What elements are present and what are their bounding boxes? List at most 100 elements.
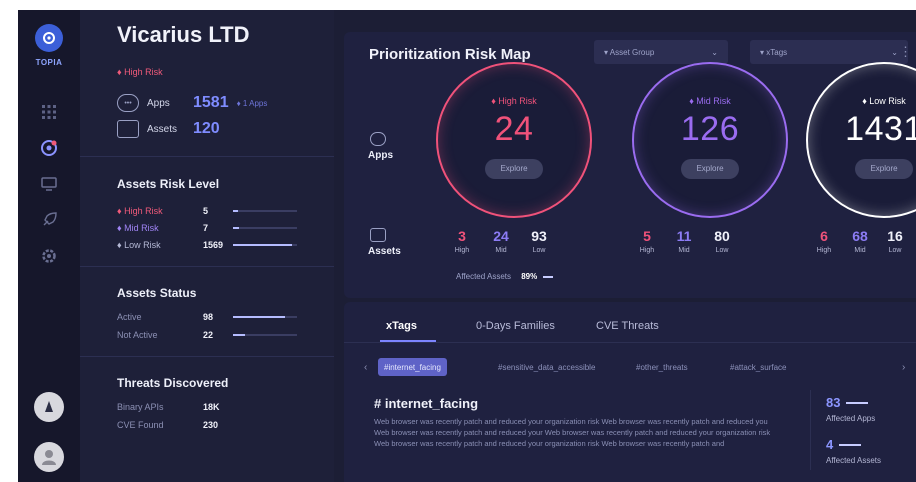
- affected-apps-stat: 83 Affected Apps: [826, 394, 875, 423]
- apps-icon: •••: [117, 94, 139, 112]
- chevron-right-icon[interactable]: ›: [902, 362, 905, 373]
- nav-rail: TOPIA: [18, 10, 80, 482]
- threat-value: 18K: [203, 402, 220, 412]
- status-bar-fill: [233, 316, 286, 318]
- threat-row: Binary APIs 18K: [117, 400, 233, 414]
- tab-xtags[interactable]: xTags: [386, 320, 417, 332]
- asset-group-dropdown[interactable]: ▾ Asset Group ⌄: [594, 40, 728, 64]
- chip-sensitive-data[interactable]: #sensitive_data_accessible: [492, 358, 601, 376]
- risk-level-value: 7: [203, 223, 209, 233]
- asset-count: 68 Mid: [845, 228, 875, 254]
- affected-assets-stat: 4 Affected Assets: [826, 436, 881, 465]
- status-label: Not Active: [117, 330, 158, 340]
- divider: [810, 390, 811, 470]
- account-risk-tag: ♦ High Risk: [117, 67, 163, 77]
- ring-label: ♦ Low Risk: [862, 95, 906, 106]
- risk-level-label: ♦ Low Risk: [117, 240, 161, 250]
- risk-level-bar-fill: [233, 210, 239, 212]
- risk-level-row[interactable]: ♦ Mid Risk 7: [117, 221, 297, 235]
- tab-cve-threats[interactable]: CVE Threats: [596, 320, 659, 332]
- ring-value: 24: [494, 109, 534, 148]
- assets-summary[interactable]: Assets 120: [117, 118, 220, 140]
- asset-count-label: Low: [532, 247, 546, 254]
- more-icon[interactable]: ⋮: [899, 44, 912, 60]
- affected-assets-value: 89%: [521, 272, 538, 281]
- risk-level-label: ♦ Mid Risk: [117, 223, 159, 233]
- chip-attack-surface[interactable]: #attack_surface: [724, 358, 792, 376]
- notification-avatar[interactable]: [34, 392, 64, 422]
- risk-map-panel: Prioritization Risk Map ▾ Asset Group ⌄ …: [344, 32, 916, 298]
- risk-level-bar-fill: [233, 244, 292, 246]
- account-panel: Vicarius LTD ♦ High Risk ••• Apps 1581 ♦…: [80, 10, 334, 482]
- settings-icon[interactable]: [39, 246, 59, 266]
- asset-count: 16 Low: [880, 228, 910, 254]
- xtags-dropdown[interactable]: ▾ xTags ⌄: [750, 40, 908, 64]
- assets-icon: [117, 120, 139, 138]
- asset-count-label: Mid: [495, 247, 507, 254]
- threat-label: CVE Found: [117, 420, 164, 430]
- rocket-icon[interactable]: [39, 210, 59, 230]
- asset-count-label: Low: [888, 247, 902, 254]
- affected-apps-count: 83: [826, 395, 841, 410]
- high-risk-ring[interactable]: ♦ High Risk 24 Explore: [436, 62, 592, 218]
- chevron-down-icon: ⌄: [891, 47, 898, 57]
- chip-internet-facing[interactable]: #internet_facing: [378, 358, 447, 376]
- asset-count: 5 High: [632, 228, 662, 254]
- account-title: Vicarius LTD: [117, 22, 250, 47]
- asset-count-label: Mid: [854, 247, 866, 254]
- asset-count-value: 93: [531, 228, 547, 244]
- chip-other-threats[interactable]: #other_threats: [630, 358, 694, 376]
- monitor-icon[interactable]: [39, 174, 59, 194]
- grid-icon[interactable]: [39, 102, 59, 122]
- ring-value: 126: [680, 109, 740, 148]
- explore-button[interactable]: Explore: [485, 158, 543, 179]
- explore-button[interactable]: Explore: [681, 158, 739, 179]
- threats-title: Threats Discovered: [117, 376, 229, 390]
- ring-label: ♦ Mid Risk: [689, 95, 731, 106]
- chevron-down-icon: ⌄: [711, 47, 718, 57]
- asset-count: 24 Mid: [486, 228, 516, 254]
- asset-count: 6 High: [809, 228, 839, 254]
- asset-count-label: High: [454, 247, 470, 254]
- risk-level-bar-fill: [233, 227, 240, 229]
- logo-text: TOPIA: [35, 58, 63, 67]
- risk-level-bar: [233, 210, 297, 212]
- status-row[interactable]: Active 98: [117, 310, 297, 324]
- affected-assets-count: 4: [826, 437, 834, 452]
- risk-level-row[interactable]: ♦ High Risk 5: [117, 204, 297, 218]
- risk-level-bar: [233, 244, 297, 246]
- mid-risk-ring[interactable]: ♦ Mid Risk 126 Explore: [632, 62, 788, 218]
- affected-apps-label: Affected Apps: [826, 414, 876, 423]
- asset-count-value: 3: [458, 228, 466, 244]
- risk-level-title: Assets Risk Level: [117, 177, 220, 191]
- asset-count: 3 High: [447, 228, 477, 254]
- target-icon[interactable]: [39, 138, 59, 158]
- asset-count-value: 24: [493, 228, 509, 244]
- user-avatar[interactable]: [34, 442, 64, 472]
- chevron-left-icon[interactable]: ‹: [364, 362, 367, 373]
- asset-group-value: ▾ Asset Group: [604, 47, 655, 57]
- status-value: 22: [203, 330, 214, 340]
- asset-count: 11 Mid: [669, 228, 699, 254]
- xtags-value: ▾ xTags: [760, 47, 788, 57]
- asset-count-value: 6: [820, 228, 828, 244]
- explore-button[interactable]: Explore: [855, 158, 913, 179]
- asset-count-value: 80: [714, 228, 730, 244]
- risk-map-title: Prioritization Risk Map: [369, 46, 531, 63]
- asset-count-value: 16: [887, 228, 903, 244]
- asset-count: 93 Low: [524, 228, 554, 254]
- apps-row-label: Apps: [368, 150, 393, 161]
- affected-assets-bar: [839, 443, 862, 446]
- risk-level-row[interactable]: ♦ Low Risk 1569: [117, 238, 297, 252]
- threat-label: Binary APIs: [117, 402, 164, 412]
- asset-count-label: Mid: [678, 247, 690, 254]
- apps-summary[interactable]: ••• Apps 1581 ♦ 1 Apps: [117, 92, 267, 114]
- low-risk-ring[interactable]: ♦ Low Risk 1431 Explore: [806, 62, 916, 218]
- affected-assets-tag-label: Affected Assets: [826, 456, 881, 465]
- tab-0-days-families[interactable]: 0-Days Families: [476, 320, 555, 332]
- topia-logo[interactable]: [35, 24, 63, 52]
- assets-value: 120: [193, 120, 220, 137]
- risk-level-value: 5: [203, 206, 209, 216]
- status-row[interactable]: Not Active 22: [117, 328, 297, 342]
- assets-row-label: Assets: [368, 246, 401, 257]
